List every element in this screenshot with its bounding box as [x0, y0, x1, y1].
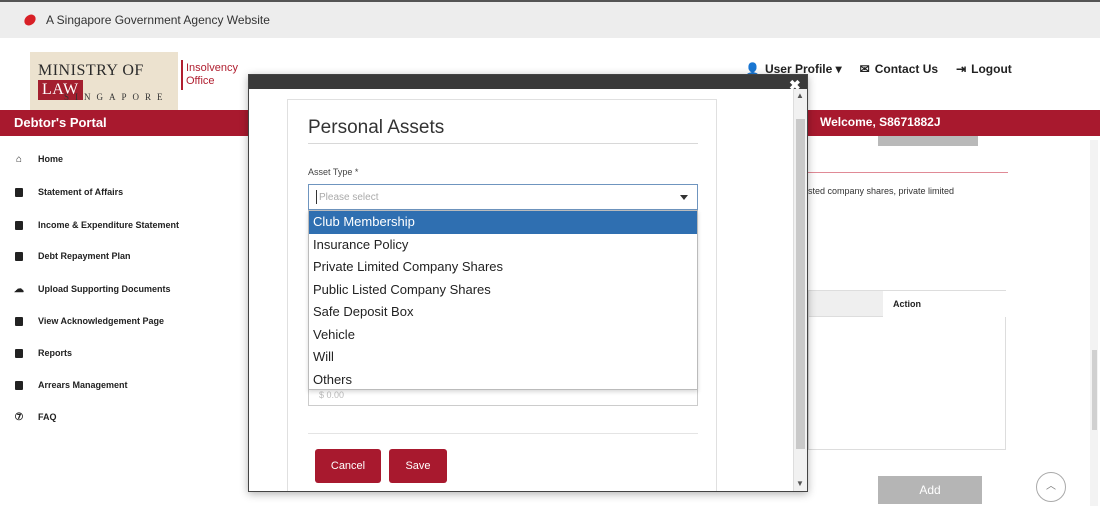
- logo-divider: [181, 60, 183, 90]
- contact-us-link[interactable]: ✉ Contact Us: [860, 62, 938, 76]
- modal-scrollbar[interactable]: ▲ ▼: [793, 89, 807, 491]
- plan-icon: [14, 251, 24, 261]
- text-cursor: [316, 190, 317, 204]
- ledger-icon: [14, 220, 24, 230]
- scroll-to-top-button[interactable]: ︿: [1036, 472, 1066, 502]
- asset-type-select[interactable]: Please select: [308, 184, 698, 210]
- sidebar-item-statement-of-affairs[interactable]: Statement of Affairs: [14, 187, 123, 197]
- scroll-down-icon[interactable]: ▼: [796, 479, 804, 488]
- sidebar-item-income-expenditure[interactable]: Income & Expenditure Statement: [14, 220, 179, 230]
- arrears-icon: [14, 380, 24, 390]
- ministry-of-law-logo[interactable]: MINISTRY OF LAW SINGAPORE: [30, 52, 178, 110]
- action-column-header: Action: [883, 291, 1007, 317]
- assets-table: Action: [808, 290, 1007, 450]
- title-divider: [308, 143, 698, 144]
- sidebar-item-home[interactable]: ⌂ Home: [14, 153, 63, 165]
- gov-banner: A Singapore Government Agency Website: [0, 0, 1100, 38]
- dropdown-option-club-membership[interactable]: Club Membership: [309, 211, 697, 234]
- dropdown-option-safe-deposit-box[interactable]: Safe Deposit Box: [309, 301, 697, 324]
- footer-divider: [308, 433, 698, 434]
- sidebar: ⌂ Home Statement of Affairs Income & Exp…: [0, 136, 240, 506]
- page-scrollbar[interactable]: [1090, 140, 1098, 506]
- cloud-upload-icon: ☁: [14, 283, 24, 295]
- value-input[interactable]: $ 0.00: [308, 390, 698, 406]
- asset-type-placeholder: Please select: [319, 192, 379, 203]
- modal-panel: Personal Assets Asset Type * Please sele…: [287, 99, 717, 491]
- save-button[interactable]: Save: [389, 449, 447, 483]
- dropdown-option-vehicle[interactable]: Vehicle: [309, 324, 697, 347]
- dropdown-option-insurance-policy[interactable]: Insurance Policy: [309, 234, 697, 257]
- value-input-placeholder: $ 0.00: [319, 390, 345, 400]
- logo-subtitle: SINGAPORE: [64, 92, 169, 102]
- modal-titlebar: [249, 75, 807, 89]
- sidebar-item-acknowledgement[interactable]: View Acknowledgement Page: [14, 316, 164, 326]
- asset-type-label: Asset Type *: [308, 167, 359, 177]
- sidebar-item-faq[interactable]: ⑦ FAQ: [14, 411, 57, 423]
- gov-banner-text: A Singapore Government Agency Website: [46, 13, 270, 27]
- dropdown-option-others[interactable]: Others: [309, 369, 697, 392]
- scroll-up-icon[interactable]: ▲: [796, 91, 804, 100]
- insolvency-office-label: Insolvency Office: [186, 62, 238, 87]
- help-icon: ⑦: [14, 411, 24, 423]
- cancel-button[interactable]: Cancel: [315, 449, 381, 483]
- background-button[interactable]: [878, 136, 978, 146]
- home-icon: ⌂: [15, 153, 23, 165]
- sidebar-item-debt-repayment-plan[interactable]: Debt Repayment Plan: [14, 251, 131, 261]
- welcome-text: Welcome, S8671882J: [820, 115, 941, 129]
- portal-title: Debtor's Portal: [14, 115, 107, 130]
- dropdown-option-will[interactable]: Will: [309, 346, 697, 369]
- page-scrollbar-thumb[interactable]: [1092, 350, 1097, 430]
- chevron-up-icon: ︿: [1046, 481, 1056, 492]
- personal-assets-modal: ✖ ▲ ▼ Personal Assets Asset Type * Pleas…: [248, 74, 808, 492]
- modal-scrollbar-thumb[interactable]: [796, 119, 805, 449]
- sidebar-item-reports[interactable]: Reports: [14, 348, 72, 358]
- background-description: sted company shares, private limited: [808, 186, 955, 196]
- document-icon: [14, 187, 24, 197]
- sidebar-item-upload-documents[interactable]: ☁ Upload Supporting Documents: [14, 283, 171, 295]
- acknowledgement-icon: [14, 316, 24, 326]
- lion-head-icon: [22, 13, 38, 27]
- logout-icon: ⇥: [956, 62, 967, 76]
- envelope-icon: ✉: [859, 62, 870, 76]
- logout-link[interactable]: ⇥ Logout: [956, 62, 1012, 76]
- dropdown-option-public-listed-shares[interactable]: Public Listed Company Shares: [309, 279, 697, 302]
- asset-type-dropdown: Club Membership Insurance Policy Private…: [308, 210, 698, 390]
- add-button[interactable]: Add: [878, 476, 982, 504]
- modal-title: Personal Assets: [308, 117, 445, 138]
- dropdown-option-private-limited-shares[interactable]: Private Limited Company Shares: [309, 256, 697, 279]
- background-divider: [808, 172, 1008, 173]
- assets-table-header: Action: [809, 291, 1007, 317]
- chevron-down-icon[interactable]: [680, 195, 688, 200]
- report-icon: [14, 348, 24, 358]
- sidebar-item-arrears[interactable]: Arrears Management: [14, 380, 128, 390]
